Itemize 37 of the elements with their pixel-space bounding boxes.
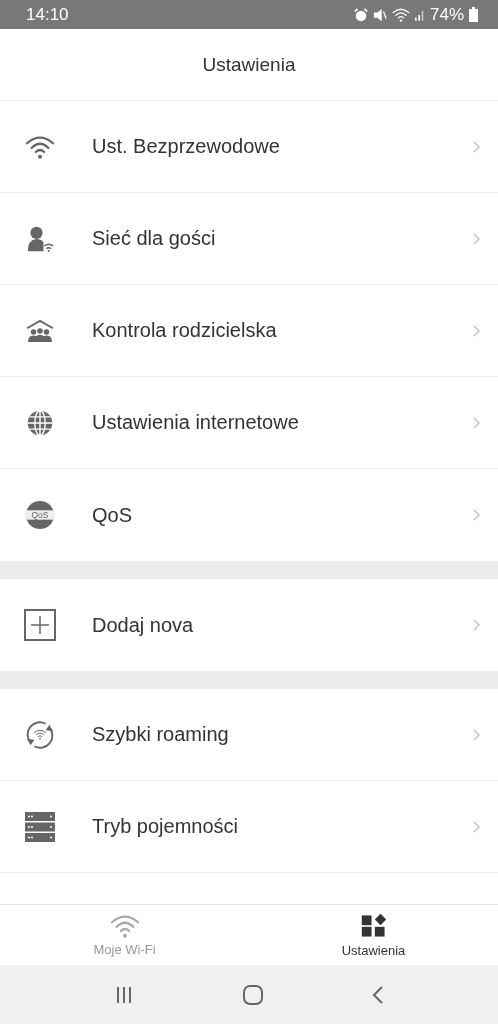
chevron-icon [473, 416, 480, 429]
server-stack-icon [24, 810, 56, 843]
icon-label: QoS [31, 510, 49, 521]
back-icon[interactable] [372, 984, 384, 1005]
wifi-icon [25, 134, 55, 159]
alarm-icon [353, 7, 368, 22]
family-house-icon [25, 318, 55, 343]
settings-row[interactable]: Ust. Bezprzewodowe [0, 101, 498, 193]
rotating-wifi-icon [25, 719, 55, 750]
wifi-signal-icon [391, 7, 410, 22]
chevron-icon [473, 820, 480, 833]
settings-row[interactable]: QoS QoS [0, 469, 498, 561]
settings-row[interactable]: Dodaj nova [0, 579, 498, 671]
mute-icon [372, 7, 387, 22]
grid-icon [360, 912, 387, 939]
wifi-icon [109, 913, 140, 938]
settings-row[interactable]: Ustawienia internetowe [0, 377, 498, 469]
chevron-icon [473, 509, 480, 521]
chevron-icon [473, 728, 480, 741]
settings-row[interactable]: Kontrola rodzicielska [0, 285, 498, 377]
settings-row[interactable]: Szybki roaming [0, 689, 498, 781]
status-time: 14:10 [26, 4, 69, 25]
recents-icon[interactable] [114, 984, 134, 1005]
chevron-icon [473, 140, 480, 153]
page-title: Ustawienia [202, 53, 296, 76]
person-wifi-icon [26, 224, 54, 253]
add-icon [24, 609, 56, 641]
chevron-icon [473, 232, 480, 245]
chevron-icon [473, 619, 480, 631]
globe-icon [26, 408, 54, 437]
battery-percent: 74% [429, 4, 464, 25]
settings-row[interactable]: Sieć dla gości [0, 193, 498, 285]
home-icon[interactable] [242, 983, 264, 1006]
settings-row[interactable]: Tryb pojemności [0, 781, 498, 873]
battery-icon [469, 7, 478, 22]
signal-icon [414, 8, 425, 21]
chevron-icon [473, 324, 480, 337]
